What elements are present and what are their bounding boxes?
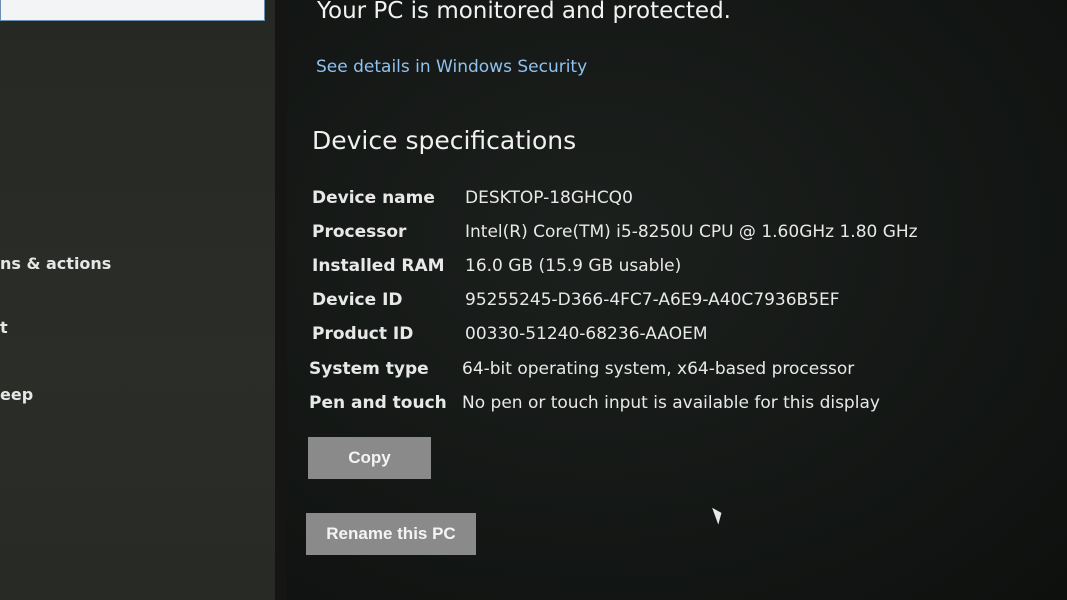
sidebar-item-partial[interactable]: t (0, 318, 8, 337)
section-title: Device specifications (312, 126, 577, 155)
spec-label: Device name (312, 188, 435, 208)
spec-label: System type (309, 359, 429, 379)
spec-label: Installed RAM (312, 256, 445, 276)
spec-value: 16.0 GB (15.9 GB usable) (465, 256, 682, 276)
settings-sidebar: ns & actions t eep (0, 0, 275, 600)
spec-value: No pen or touch input is available for t… (462, 393, 880, 413)
mouse-cursor-icon (712, 505, 725, 525)
spec-value: 00330-51240-68236-AAOEM (465, 324, 708, 344)
search-input[interactable] (0, 0, 265, 21)
spec-value: Intel(R) Core(TM) i5-8250U CPU @ 1.60GHz… (465, 222, 918, 242)
spec-label: Processor (312, 222, 407, 242)
spec-label: Product ID (312, 324, 414, 344)
security-details-link[interactable]: See details in Windows Security (316, 57, 587, 77)
spec-value: 95255245-D366-4FC7-A6E9-A40C7936B5EF (465, 290, 840, 310)
divider (275, 0, 287, 600)
sidebar-item-sleep[interactable]: eep (0, 385, 33, 404)
copy-button[interactable]: Copy (308, 437, 431, 479)
spec-value: 64-bit operating system, x64-based proce… (462, 359, 855, 379)
spec-label: Device ID (312, 290, 403, 310)
spec-value: DESKTOP-18GHCQ0 (465, 188, 633, 208)
security-status: Your PC is monitored and protected. (317, 0, 731, 24)
spec-label: Pen and touch (309, 393, 447, 413)
rename-pc-button[interactable]: Rename this PC (306, 513, 476, 555)
sidebar-item-notifications[interactable]: ns & actions (0, 254, 111, 273)
about-page: Your PC is monitored and protected. See … (287, 0, 1067, 600)
